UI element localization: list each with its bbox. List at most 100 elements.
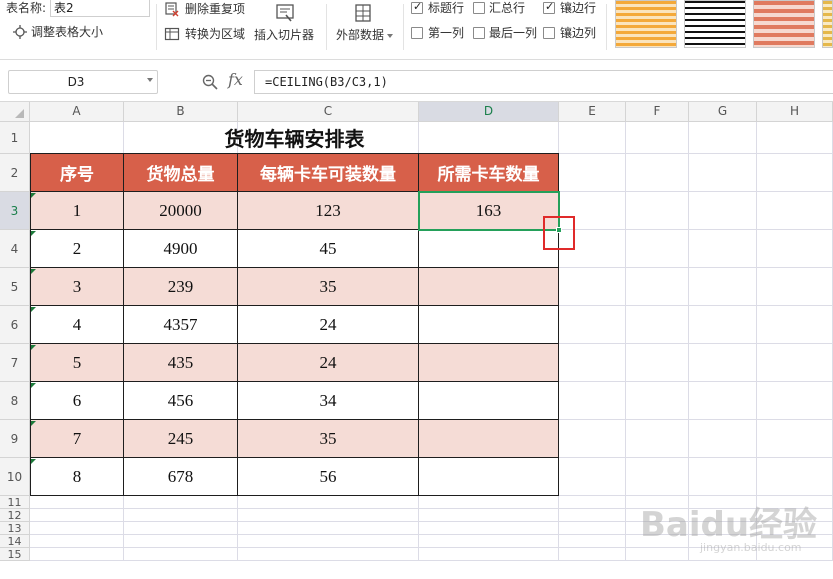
table-cell[interactable]: 24 bbox=[238, 306, 419, 344]
cell-f2[interactable] bbox=[626, 154, 689, 192]
cell-g1[interactable] bbox=[689, 122, 757, 154]
table-cell[interactable]: 4357 bbox=[124, 306, 238, 344]
cell-d12[interactable] bbox=[419, 509, 559, 522]
remove-duplicates-button[interactable]: 删除重复项 bbox=[185, 1, 245, 17]
insert-slicer-button[interactable]: 插入切片器 bbox=[254, 27, 314, 43]
cell-h1[interactable] bbox=[757, 122, 833, 154]
cell-a14[interactable] bbox=[30, 535, 124, 548]
cell-b11[interactable] bbox=[124, 496, 238, 509]
cell-g6[interactable] bbox=[689, 306, 757, 344]
formula-input[interactable]: =CEILING(B3/C3,1) bbox=[254, 70, 833, 94]
cell-f8[interactable] bbox=[626, 382, 689, 420]
table-cell[interactable]: 35 bbox=[238, 268, 419, 306]
row-header-6[interactable]: 6 bbox=[0, 306, 30, 344]
cell-g10[interactable] bbox=[689, 458, 757, 496]
column-header-e[interactable]: E bbox=[559, 102, 626, 122]
banded-rows-checkbox[interactable] bbox=[543, 0, 555, 14]
table-cell[interactable]: 4 bbox=[30, 306, 124, 344]
table-cell[interactable] bbox=[419, 382, 559, 420]
cell-e14[interactable] bbox=[559, 535, 626, 548]
table-cell[interactable]: 45 bbox=[238, 230, 419, 268]
cell-e10[interactable] bbox=[559, 458, 626, 496]
table-header-cell[interactable]: 每辆卡车可装数量 bbox=[238, 154, 419, 192]
table-cell[interactable]: 245 bbox=[124, 420, 238, 458]
header-row-checkbox[interactable] bbox=[411, 0, 423, 14]
cell-h3[interactable] bbox=[757, 192, 833, 230]
table-cell[interactable]: 1 bbox=[30, 192, 124, 230]
banded-columns-checkbox[interactable] bbox=[543, 27, 555, 39]
cell-d15[interactable] bbox=[419, 548, 559, 561]
row-header-13[interactable]: 13 bbox=[0, 522, 30, 535]
cell-c12[interactable] bbox=[238, 509, 419, 522]
cell-f1[interactable] bbox=[626, 122, 689, 154]
select-all-corner[interactable] bbox=[0, 102, 30, 122]
cell-d14[interactable] bbox=[419, 535, 559, 548]
cell-a11[interactable] bbox=[30, 496, 124, 509]
column-header-f[interactable]: F bbox=[626, 102, 689, 122]
cell-e7[interactable] bbox=[559, 344, 626, 382]
table-cell[interactable]: 239 bbox=[124, 268, 238, 306]
table-cell[interactable]: 7 bbox=[30, 420, 124, 458]
table-header-cell[interactable]: 货物总量 bbox=[124, 154, 238, 192]
cell-e9[interactable] bbox=[559, 420, 626, 458]
cell-d13[interactable] bbox=[419, 522, 559, 535]
cell-h9[interactable] bbox=[757, 420, 833, 458]
cell-g2[interactable] bbox=[689, 154, 757, 192]
row-header-12[interactable]: 12 bbox=[0, 509, 30, 522]
table-cell[interactable]: 123 bbox=[238, 192, 419, 230]
table-cell[interactable]: 24 bbox=[238, 344, 419, 382]
cell-f3[interactable] bbox=[626, 192, 689, 230]
table-cell[interactable]: 456 bbox=[124, 382, 238, 420]
row-header-1[interactable]: 1 bbox=[0, 122, 30, 154]
table-style-gold[interactable] bbox=[822, 0, 833, 48]
first-column-checkbox[interactable] bbox=[411, 27, 423, 39]
table-cell[interactable]: 678 bbox=[124, 458, 238, 496]
row-header-5[interactable]: 5 bbox=[0, 268, 30, 306]
cell-f6[interactable] bbox=[626, 306, 689, 344]
name-box[interactable]: D3 bbox=[8, 70, 158, 94]
cell-e12[interactable] bbox=[559, 509, 626, 522]
table-cell[interactable] bbox=[419, 268, 559, 306]
table-cell[interactable] bbox=[419, 344, 559, 382]
table-header-cell[interactable]: 所需卡车数量 bbox=[419, 154, 559, 192]
cell-e8[interactable] bbox=[559, 382, 626, 420]
table-cell[interactable]: 20000 bbox=[124, 192, 238, 230]
cell-g9[interactable] bbox=[689, 420, 757, 458]
resize-table-button[interactable]: 调整表格大小 bbox=[31, 24, 103, 40]
column-header-g[interactable]: G bbox=[689, 102, 757, 122]
cell-d11[interactable] bbox=[419, 496, 559, 509]
cell-f9[interactable] bbox=[626, 420, 689, 458]
last-column-checkbox[interactable] bbox=[473, 27, 485, 39]
table-cell[interactable]: 6 bbox=[30, 382, 124, 420]
cell-h5[interactable] bbox=[757, 268, 833, 306]
table-cell[interactable]: 4900 bbox=[124, 230, 238, 268]
table-header-cell[interactable]: 序号 bbox=[30, 154, 124, 192]
table-cell[interactable]: 3 bbox=[30, 268, 124, 306]
table-cell[interactable]: 35 bbox=[238, 420, 419, 458]
column-header-d[interactable]: D bbox=[419, 102, 559, 122]
cell-e1[interactable] bbox=[559, 122, 626, 154]
row-header-11[interactable]: 11 bbox=[0, 496, 30, 509]
zoom-search-icon[interactable] bbox=[201, 73, 219, 91]
row-header-10[interactable]: 10 bbox=[0, 458, 30, 496]
cell-h6[interactable] bbox=[757, 306, 833, 344]
cell-b13[interactable] bbox=[124, 522, 238, 535]
cell-c15[interactable] bbox=[238, 548, 419, 561]
cell-g8[interactable] bbox=[689, 382, 757, 420]
cell-e2[interactable] bbox=[559, 154, 626, 192]
row-header-14[interactable]: 14 bbox=[0, 535, 30, 548]
cell-h7[interactable] bbox=[757, 344, 833, 382]
cell-e6[interactable] bbox=[559, 306, 626, 344]
cell-e5[interactable] bbox=[559, 268, 626, 306]
cell-h4[interactable] bbox=[757, 230, 833, 268]
table-style-black[interactable] bbox=[684, 0, 746, 48]
table-cell[interactable]: 5 bbox=[30, 344, 124, 382]
cell-f15[interactable] bbox=[626, 548, 689, 561]
external-data-button[interactable]: 外部数据 bbox=[336, 27, 384, 43]
cell-a12[interactable] bbox=[30, 509, 124, 522]
cell-h8[interactable] bbox=[757, 382, 833, 420]
row-header-7[interactable]: 7 bbox=[0, 344, 30, 382]
cell-c11[interactable] bbox=[238, 496, 419, 509]
cell-g7[interactable] bbox=[689, 344, 757, 382]
cell-e15[interactable] bbox=[559, 548, 626, 561]
